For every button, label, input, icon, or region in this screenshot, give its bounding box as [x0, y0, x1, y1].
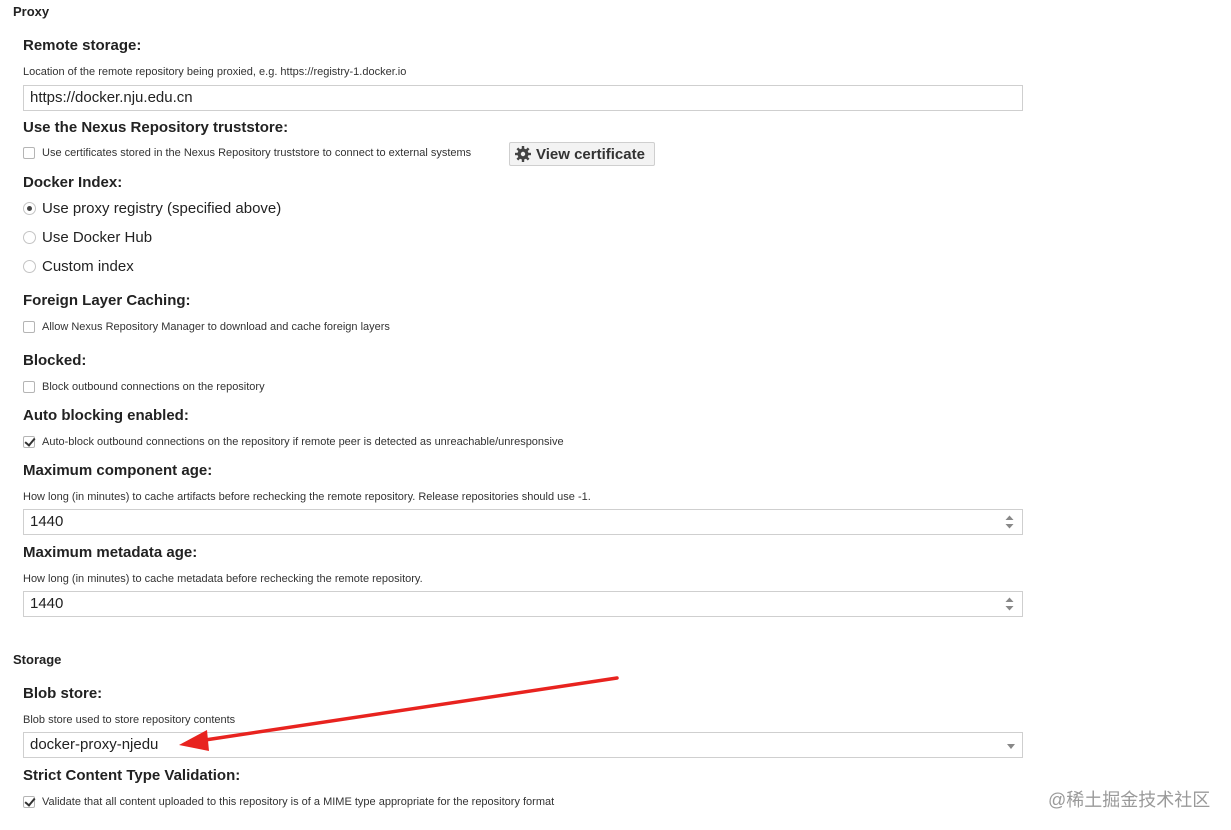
max-metadata-age-help: How long (in minutes) to cache metadata …: [23, 573, 423, 585]
blocked-checkbox[interactable]: [23, 381, 35, 393]
strict-validation-option[interactable]: Validate that all content uploaded to th…: [23, 796, 554, 808]
max-metadata-age-label: Maximum metadata age:: [23, 544, 198, 561]
docker-index-option-custom[interactable]: Custom index: [23, 258, 134, 275]
gear-icon: [514, 145, 532, 163]
blob-store-label: Blob store:: [23, 685, 103, 702]
watermark: @稀土掘金技术社区: [1048, 790, 1211, 810]
stepper-icon[interactable]: [1005, 596, 1014, 612]
truststore-option[interactable]: Use certificates stored in the Nexus Rep…: [23, 147, 471, 159]
storage-section-header: Storage: [13, 652, 62, 667]
auto-blocking-checkbox-label: Auto-block outbound connections on the r…: [42, 436, 564, 448]
max-component-age-input[interactable]: 1440: [23, 509, 1023, 535]
auto-blocking-checkbox[interactable]: [23, 436, 35, 448]
radio-custom-index[interactable]: [23, 260, 36, 273]
truststore-checkbox[interactable]: [23, 147, 35, 159]
docker-index-label: Docker Index:: [23, 174, 123, 191]
blocked-checkbox-label: Block outbound connections on the reposi…: [42, 381, 265, 393]
strict-validation-checkbox[interactable]: [23, 796, 35, 808]
radio-proxy-registry-label: Use proxy registry (specified above): [42, 200, 282, 217]
strict-validation-label: Strict Content Type Validation:: [23, 767, 241, 784]
remote-storage-help: Location of the remote repository being …: [23, 66, 407, 78]
radio-proxy-registry[interactable]: [23, 202, 36, 215]
chevron-down-icon[interactable]: [1007, 744, 1015, 749]
view-certificate-label: View certificate: [536, 145, 645, 163]
max-metadata-age-input[interactable]: 1440: [23, 591, 1023, 617]
blocked-label: Blocked:: [23, 352, 87, 369]
docker-index-option-hub[interactable]: Use Docker Hub: [23, 229, 152, 246]
auto-blocking-option[interactable]: Auto-block outbound connections on the r…: [23, 436, 564, 448]
strict-validation-checkbox-label: Validate that all content uploaded to th…: [42, 796, 555, 808]
auto-blocking-label: Auto blocking enabled:: [23, 407, 189, 424]
remote-storage-label: Remote storage:: [23, 37, 142, 54]
remote-storage-value: https://docker.nju.edu.cn: [30, 89, 193, 106]
radio-docker-hub-label: Use Docker Hub: [42, 229, 153, 246]
view-certificate-button[interactable]: View certificate: [509, 142, 655, 166]
foreign-layer-checkbox[interactable]: [23, 321, 35, 333]
max-metadata-age-value: 1440: [30, 595, 64, 612]
foreign-layer-label: Foreign Layer Caching:: [23, 292, 191, 309]
foreign-layer-option[interactable]: Allow Nexus Repository Manager to downlo…: [23, 321, 390, 333]
truststore-checkbox-label: Use certificates stored in the Nexus Rep…: [42, 147, 472, 159]
max-component-age-label: Maximum component age:: [23, 462, 213, 479]
stepper-icon[interactable]: [1005, 514, 1014, 530]
remote-storage-input[interactable]: https://docker.nju.edu.cn: [23, 85, 1023, 111]
radio-docker-hub[interactable]: [23, 231, 36, 244]
blob-store-help: Blob store used to store repository cont…: [23, 714, 236, 726]
max-component-age-help: How long (in minutes) to cache artifacts…: [23, 491, 591, 503]
proxy-section-header: Proxy: [13, 4, 50, 19]
docker-index-option-proxy[interactable]: Use proxy registry (specified above): [23, 200, 281, 217]
blob-store-select[interactable]: docker-proxy-njedu: [23, 732, 1023, 758]
radio-custom-index-label: Custom index: [42, 258, 134, 275]
truststore-label: Use the Nexus Repository truststore:: [23, 119, 289, 136]
max-component-age-value: 1440: [30, 513, 64, 530]
blocked-option[interactable]: Block outbound connections on the reposi…: [23, 381, 265, 393]
foreign-layer-checkbox-label: Allow Nexus Repository Manager to downlo…: [42, 321, 390, 333]
blob-store-value: docker-proxy-njedu: [30, 736, 159, 753]
